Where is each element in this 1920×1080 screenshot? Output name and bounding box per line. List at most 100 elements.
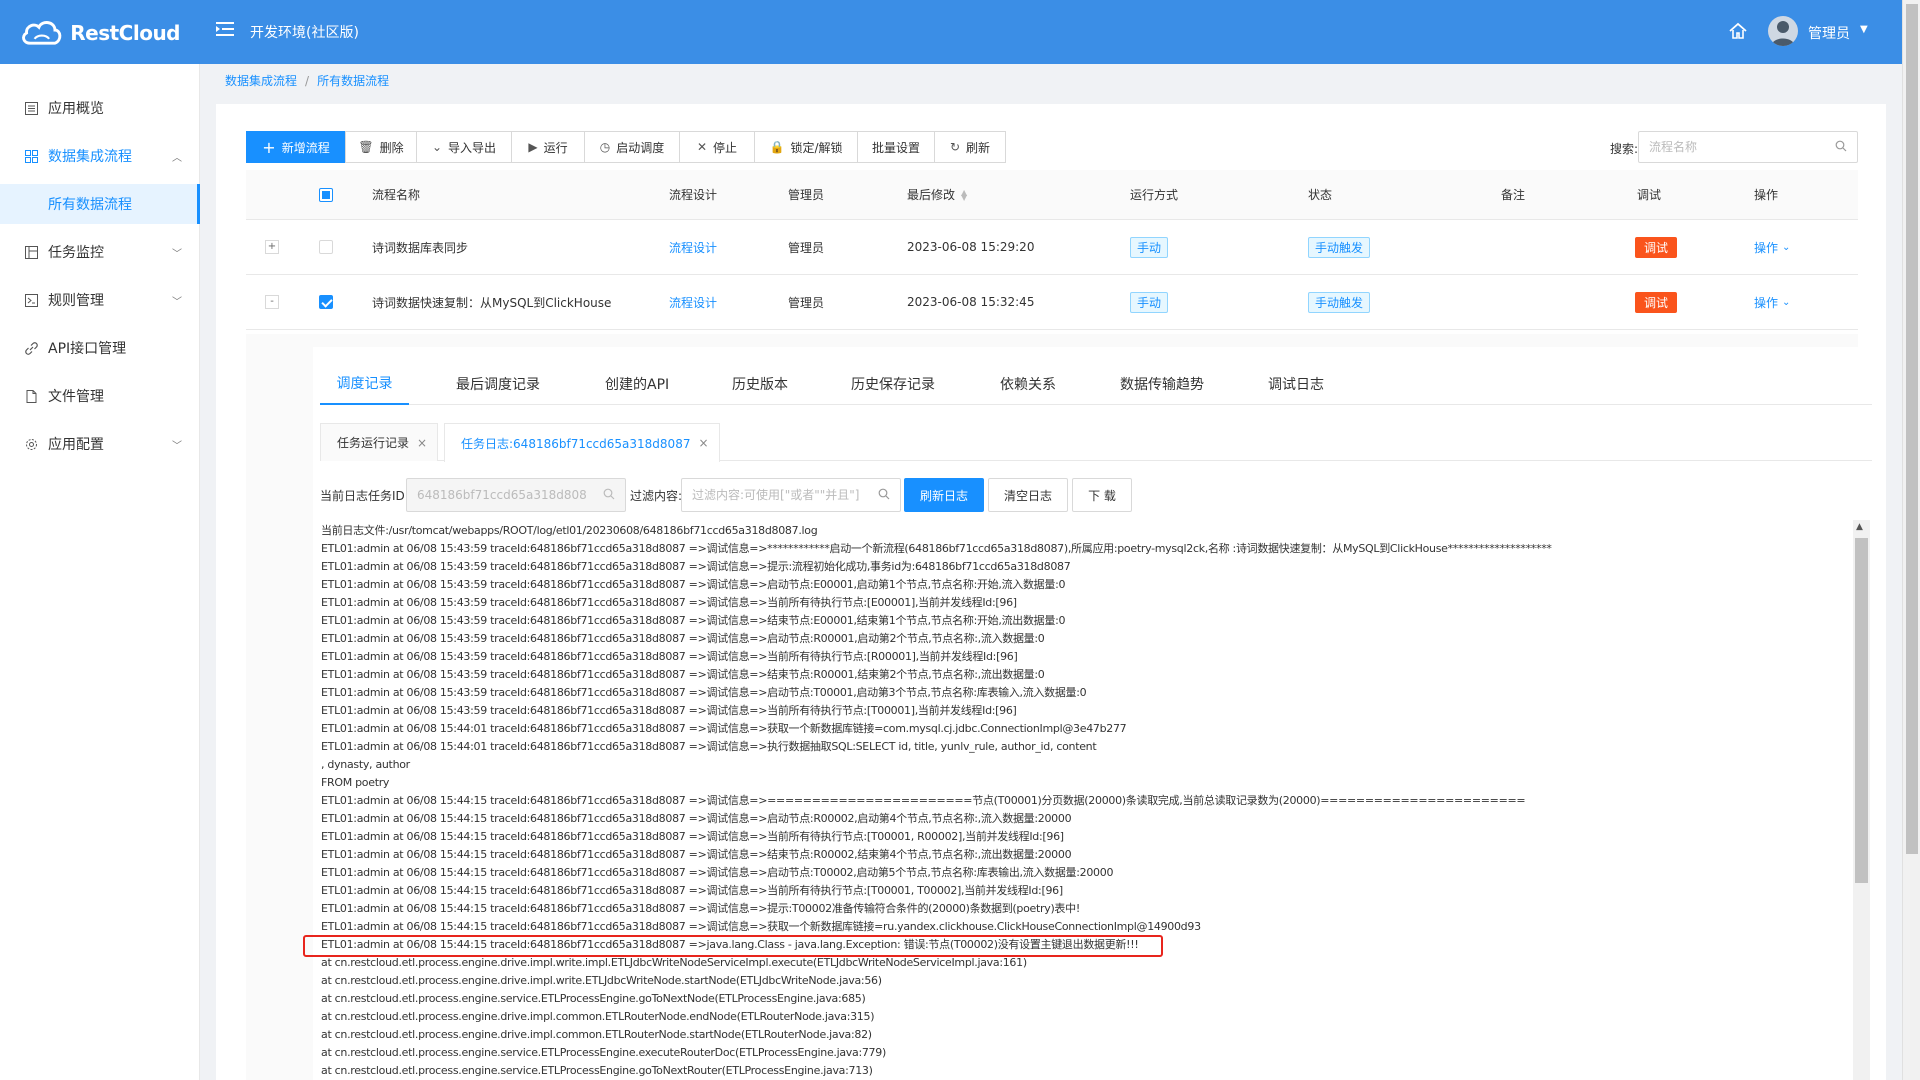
flow-owner: 管理员 (788, 240, 825, 255)
row-checkbox-cell[interactable] (319, 220, 333, 274)
logo[interactable]: RestCloud (20, 12, 180, 54)
flow-design-link[interactable]: 流程设计 (669, 275, 717, 329)
play-icon: ▶ (528, 140, 538, 154)
log-line: ETL01:admin at 06/08 15:43:59 traceId:64… (321, 686, 1087, 699)
avatar[interactable] (1768, 16, 1798, 46)
row-checkbox[interactable] (319, 240, 333, 254)
tab-task-run-records[interactable]: 任务运行记录 × (320, 423, 439, 461)
refresh-button[interactable]: ↻ 刷新 (934, 131, 1006, 163)
expand-cell[interactable]: - (265, 275, 279, 329)
menu-fold-icon[interactable] (216, 20, 234, 38)
search-icon[interactable] (1835, 140, 1847, 152)
select-all-checkbox-cell[interactable] (319, 170, 333, 219)
log-line: at cn.restcloud.etl.process.engine.drive… (321, 974, 882, 987)
row-checkbox-cell[interactable] (319, 275, 333, 329)
tab-last-schedule[interactable]: 最后调度记录 (456, 363, 540, 405)
new-flow-button[interactable]: + 新增流程 (246, 131, 346, 163)
task-id-label: 当前日志任务ID: (320, 489, 409, 503)
tab-task-log[interactable]: 任务日志:648186bf71ccd65a318d8087 × (444, 423, 720, 462)
header-modified[interactable]: 最后修改 ▲ ▼ (907, 170, 967, 219)
sidebar-item-task-monitor[interactable]: 任务监控 ﹀ (0, 228, 200, 276)
delete-button[interactable]: 🗑 删除 (345, 131, 417, 163)
sidebar-item-overview[interactable]: 应用概览 (0, 84, 200, 132)
batch-settings-button[interactable]: 批量设置 (857, 131, 935, 163)
debug-button[interactable]: 调试 (1635, 236, 1678, 258)
debug-cell[interactable]: 调试 (1635, 220, 1678, 274)
breadcrumb-item[interactable]: 数据集成流程 (225, 74, 297, 88)
start-schedule-button[interactable]: ◷ 启动调度 (584, 131, 680, 163)
top-bar: RestCloud 开发环境(社区版) 管理员 ▼ (0, 0, 1902, 64)
tab-dependencies[interactable]: 依赖关系 (1000, 363, 1056, 405)
flow-design-link[interactable]: 流程设计 (669, 220, 717, 274)
action-dropdown[interactable]: 操作 ⌄ (1754, 275, 1790, 329)
sidebar-item-data-integration[interactable]: 数据集成流程 ︿ (0, 132, 200, 180)
sidebar-item-label: 规则管理 (48, 293, 104, 309)
sidebar-item-all-flows[interactable]: 所有数据流程 (0, 184, 200, 224)
header-owner: 管理员 (788, 188, 825, 202)
file-icon (24, 389, 38, 403)
clear-log-button[interactable]: 清空日志 (988, 478, 1068, 512)
page-scrollbar[interactable] (1902, 0, 1920, 1080)
sidebar-item-files[interactable]: 文件管理 (0, 372, 200, 420)
scroll-up-icon[interactable]: ▲ (1856, 522, 1863, 532)
action-dropdown[interactable]: 操作 ⌄ (1754, 220, 1790, 274)
log-scrollbar-thumb[interactable] (1855, 538, 1868, 883)
download-button[interactable]: 下 载 (1072, 478, 1132, 512)
log-scrollbar[interactable]: ▲ (1853, 520, 1870, 1080)
log-line: ETL01:admin at 06/08 15:43:59 traceId:64… (321, 560, 1071, 573)
task-id-field (406, 478, 626, 512)
user-name[interactable]: 管理员 (1808, 23, 1850, 43)
sidebar-item-rules[interactable]: 规则管理 ﹀ (0, 276, 200, 324)
detail-tabs: 调度记录 最后调度记录 创建的API 历史版本 历史保存记录 依赖关系 数据传输… (320, 363, 1872, 405)
sidebar-item-label: 应用概览 (48, 101, 104, 117)
tab-history-saves[interactable]: 历史保存记录 (851, 363, 935, 405)
run-button[interactable]: ▶ 运行 (511, 131, 585, 163)
expand-cell[interactable]: + (265, 220, 279, 274)
status-cell: 手动触发 (1308, 220, 1371, 274)
close-icon[interactable]: × (698, 436, 708, 450)
sidebar-item-config[interactable]: 应用配置 ﹀ (0, 420, 200, 468)
lock-unlock-button[interactable]: 🔒 锁定/解锁 (754, 131, 858, 163)
log-line: ETL01:admin at 06/08 15:43:59 traceId:64… (321, 578, 1066, 591)
debug-cell[interactable]: 调试 (1635, 275, 1678, 329)
select-all-checkbox[interactable] (319, 187, 333, 202)
tab-debug-log[interactable]: 调试日志 (1268, 363, 1324, 405)
page-scrollbar-thumb[interactable] (1906, 4, 1918, 854)
tab-history-versions[interactable]: 历史版本 (732, 363, 788, 405)
home-icon[interactable] (1728, 21, 1748, 41)
search-field[interactable] (1638, 131, 1858, 163)
dashboard-icon (24, 101, 38, 115)
refresh-icon: ↻ (949, 140, 961, 154)
search-icon[interactable] (878, 488, 890, 500)
breadcrumb-separator: / (305, 74, 310, 88)
row-checkbox[interactable] (319, 295, 333, 309)
tab-label: 任务运行记录 (337, 436, 410, 450)
flow-modified: 2023-06-08 15:29:20 (907, 240, 1035, 254)
expand-row-button[interactable]: + (265, 240, 279, 254)
close-icon[interactable]: × (417, 436, 427, 450)
debug-button[interactable]: 调试 (1635, 291, 1678, 313)
filter-input[interactable] (682, 479, 862, 511)
log-toolbar: 当前日志任务ID: 过滤内容: 刷新日志 清空日志 下 载 (320, 478, 1872, 512)
breadcrumb-item[interactable]: 所有数据流程 (317, 74, 389, 88)
button-label: 停止 (713, 140, 738, 155)
tab-schedule-records[interactable]: 调度记录 (320, 363, 409, 405)
filter-field[interactable] (681, 478, 901, 512)
run-mode-tag: 手动 (1130, 291, 1169, 313)
refresh-log-button[interactable]: 刷新日志 (904, 478, 984, 512)
search-input[interactable] (1639, 132, 1819, 162)
collapse-row-button[interactable]: - (265, 295, 279, 309)
tab-transfer-trend[interactable]: 数据传输趋势 (1120, 363, 1204, 405)
run-mode-cell: 手动 (1130, 220, 1169, 274)
stop-button[interactable]: ✕ 停止 (679, 131, 755, 163)
chevron-down-icon: ﹀ (172, 440, 182, 452)
button-label: 刷新 (966, 140, 991, 155)
tab-created-api[interactable]: 创建的API (605, 363, 669, 405)
sidebar-item-api[interactable]: API接口管理 (0, 324, 200, 372)
caret-down-icon[interactable]: ▼ (1860, 24, 1868, 35)
sidebar-item-label: 应用配置 (48, 437, 104, 453)
sort-icon[interactable]: ▲ ▼ (961, 188, 967, 201)
log-line: ETL01:admin at 06/08 15:44:15 traceId:64… (321, 920, 1201, 933)
log-line: ETL01:admin at 06/08 15:44:15 traceId:64… (321, 830, 1064, 843)
import-export-button[interactable]: ⌄ 导入导出 (416, 131, 512, 163)
